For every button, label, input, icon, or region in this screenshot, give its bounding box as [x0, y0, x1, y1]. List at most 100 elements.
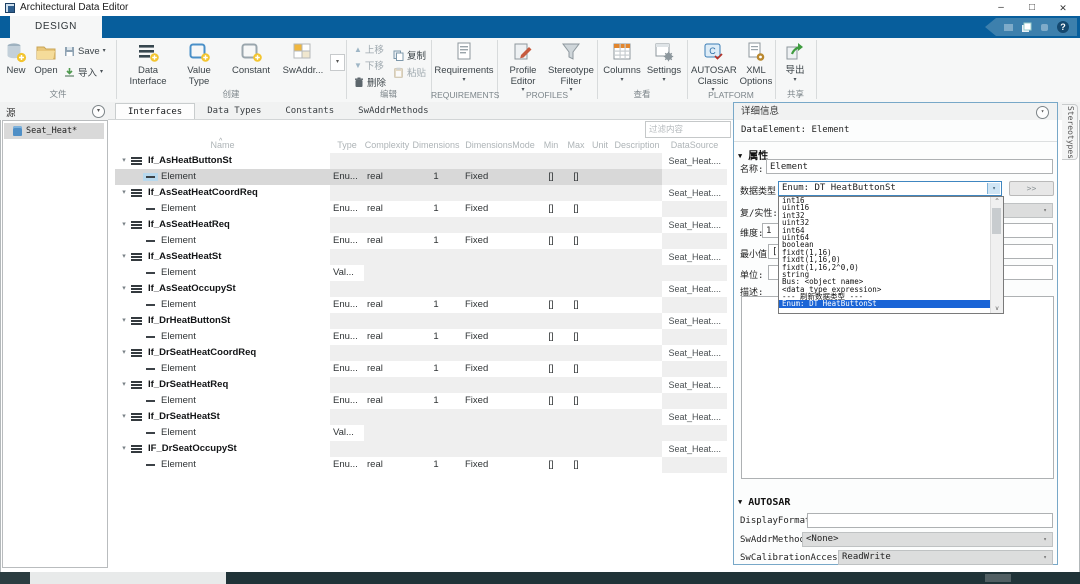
chevron-down-icon[interactable]: ▾: [1039, 205, 1051, 216]
tab-data-types[interactable]: Data Types: [195, 103, 273, 120]
dropdown-item[interactable]: fixdt(1,16,2^0,0): [779, 263, 991, 271]
table-row[interactable]: ▾ If_AsHeatButtonSt Seat_Heat....: [115, 153, 727, 169]
tab-interfaces[interactable]: Interfaces: [115, 103, 196, 120]
chevron-down-icon[interactable]: ▾: [1039, 552, 1051, 563]
tab-stereotypes[interactable]: Stereotypes: [1062, 104, 1078, 160]
save-dropdown-icon[interactable]: ▾: [103, 48, 106, 55]
chevron-down-icon[interactable]: ▾: [117, 217, 131, 233]
move-up-button[interactable]: ▲ 上移: [354, 42, 384, 57]
import-button[interactable]: 导入 ▾: [64, 65, 103, 79]
details-collapse-icon[interactable]: ▾: [1036, 106, 1049, 119]
export-dropdown-icon[interactable]: ▾: [793, 77, 796, 84]
taskbar-app-button[interactable]: [30, 572, 226, 584]
name-field[interactable]: [766, 159, 1053, 174]
column-header-name[interactable]: Name: [115, 138, 330, 153]
import-dropdown-icon[interactable]: ▾: [100, 69, 103, 76]
chevron-down-icon[interactable]: ▾: [117, 153, 131, 169]
table-row[interactable]: Element Enu... real 1 Fixed [] []: [115, 361, 727, 377]
column-header-dimensions[interactable]: Dimensions: [410, 138, 462, 153]
source-panel-collapse-icon[interactable]: ▾: [92, 105, 105, 118]
filter-input[interactable]: [645, 121, 731, 138]
table-row[interactable]: ▾ If_DrHeatButtonSt Seat_Heat....: [115, 313, 727, 329]
dropdown-item[interactable]: uint16: [779, 204, 991, 212]
dropdown-item[interactable]: uint32: [779, 219, 991, 227]
minimize-button[interactable]: –: [986, 0, 1016, 16]
maximize-button[interactable]: □: [1017, 0, 1047, 16]
table-row[interactable]: Element Enu... real 1 Fixed [] []: [115, 201, 727, 217]
table-row[interactable]: ▾ If_DrSeatHeatCoordReq Seat_Heat....: [115, 345, 727, 361]
table-row[interactable]: ▾ If_DrSeatHeatSt Seat_Heat....: [115, 409, 727, 425]
table-row[interactable]: Element Val...: [115, 425, 727, 441]
delete-button[interactable]: 删除: [354, 75, 386, 89]
table-row[interactable]: ▾ If_AsSeatHeatSt Seat_Heat....: [115, 249, 727, 265]
columns-button[interactable]: Columns ▾: [602, 41, 642, 84]
chevron-down-icon[interactable]: ▾: [117, 249, 131, 265]
table-row[interactable]: Element Enu... real 1 Fixed [] []: [115, 329, 727, 345]
tree-item-seat-heat[interactable]: Seat_Heat*: [4, 123, 104, 139]
scroll-up-icon[interactable]: ^: [991, 198, 1003, 205]
chevron-down-icon[interactable]: ▾: [117, 185, 131, 201]
qat-tool-icon-2[interactable]: [1039, 22, 1050, 33]
column-header-type[interactable]: Type: [330, 138, 364, 153]
autosar-classic-button[interactable]: C AUTOSAR Classic ▾: [690, 41, 737, 94]
chevron-down-icon[interactable]: ▾: [1039, 534, 1051, 545]
constant-button[interactable]: Constant: [226, 41, 276, 77]
copy-button[interactable]: 复制: [393, 48, 426, 62]
datatype-combo[interactable]: Enum: DT HeatButtonSt ▾: [778, 181, 1002, 196]
help-icon[interactable]: ?: [1057, 21, 1069, 33]
dropdown-item[interactable]: int64: [779, 226, 991, 234]
qat-tool-icon[interactable]: [1003, 22, 1014, 33]
close-button[interactable]: ✕: [1048, 0, 1078, 16]
properties-section-header[interactable]: ▼ 属性: [738, 147, 768, 162]
dropdown-item[interactable]: int32: [779, 211, 991, 219]
table-row[interactable]: ▾ If_AsSeatOccupySt Seat_Heat....: [115, 281, 727, 297]
display-format-field[interactable]: [807, 513, 1053, 528]
column-header-dimensionsmode[interactable]: DimensionsMode: [462, 138, 538, 153]
paste-button[interactable]: 粘贴: [393, 65, 426, 79]
settings-button[interactable]: Settings ▾: [644, 41, 684, 84]
ribbon-tab-design[interactable]: DESIGN: [10, 16, 102, 38]
column-header-unit[interactable]: Unit: [588, 138, 612, 153]
chevron-down-icon[interactable]: ▾: [117, 409, 131, 425]
table-row[interactable]: Element Enu... real 1 Fixed [] []: [115, 393, 727, 409]
chevron-down-icon[interactable]: ▾: [117, 313, 131, 329]
datatype-more-button[interactable]: >>: [1009, 181, 1054, 196]
open-button[interactable]: Open: [31, 41, 61, 77]
xml-options-button[interactable]: XML Options: [738, 41, 774, 87]
new-button[interactable]: New: [2, 41, 30, 77]
layers-icon[interactable]: [1021, 22, 1032, 33]
chevron-down-icon[interactable]: ▾: [117, 281, 131, 297]
table-row[interactable]: Element Val...: [115, 265, 727, 281]
settings-dropdown-icon[interactable]: ▾: [662, 77, 665, 84]
column-header-min[interactable]: Min: [538, 138, 564, 153]
table-row[interactable]: ▾ IF_DrSeatOccupySt Seat_Heat....: [115, 441, 727, 457]
chevron-down-icon[interactable]: ▾: [987, 183, 1000, 194]
table-row[interactable]: ▾ If_AsSeatHeatCoordReq Seat_Heat....: [115, 185, 727, 201]
columns-dropdown-icon[interactable]: ▾: [620, 77, 623, 84]
dropdown-item[interactable]: int16: [779, 197, 991, 205]
data-interface-button[interactable]: Data Interface: [124, 41, 172, 87]
column-header-datasource[interactable]: DataSource: [662, 138, 727, 153]
export-button[interactable]: 导出 ▾: [780, 41, 810, 84]
scrollbar-thumb[interactable]: [992, 208, 1001, 234]
stereotype-filter-button[interactable]: Stereotype Filter ▾: [547, 41, 595, 94]
sw-addr-method-combo[interactable]: <None> ▾: [802, 532, 1053, 547]
table-row[interactable]: ▾ If_AsSeatHeatReq Seat_Heat....: [115, 217, 727, 233]
autosar-section-header[interactable]: ▼ AUTOSAR: [738, 497, 790, 508]
table-row[interactable]: Element Enu... real 1 Fixed [] []: [115, 169, 727, 185]
value-type-button[interactable]: Value Type: [176, 41, 222, 87]
chevron-down-icon[interactable]: ▾: [117, 377, 131, 393]
table-row[interactable]: Element Enu... real 1 Fixed [] []: [115, 297, 727, 313]
profile-editor-button[interactable]: Profile Editor ▾: [501, 41, 545, 94]
column-header-description[interactable]: Description: [612, 138, 662, 153]
sort-ascending-icon[interactable]: ^: [219, 134, 222, 149]
swaddr-button[interactable]: SwAddr...: [278, 41, 328, 77]
requirements-button[interactable]: Requirements ▾: [432, 41, 496, 84]
requirements-dropdown-icon[interactable]: ▾: [462, 77, 465, 84]
move-down-button[interactable]: ▼ 下移: [354, 58, 384, 73]
table-row[interactable]: ▾ If_DrSeatHeatReq Seat_Heat....: [115, 377, 727, 393]
sw-calibration-combo[interactable]: ReadWrite ▾: [838, 550, 1053, 565]
table-row[interactable]: Element Enu... real 1 Fixed [] []: [115, 457, 727, 473]
tab-constants[interactable]: Constants: [273, 103, 346, 120]
chevron-down-icon[interactable]: ▾: [117, 345, 131, 361]
